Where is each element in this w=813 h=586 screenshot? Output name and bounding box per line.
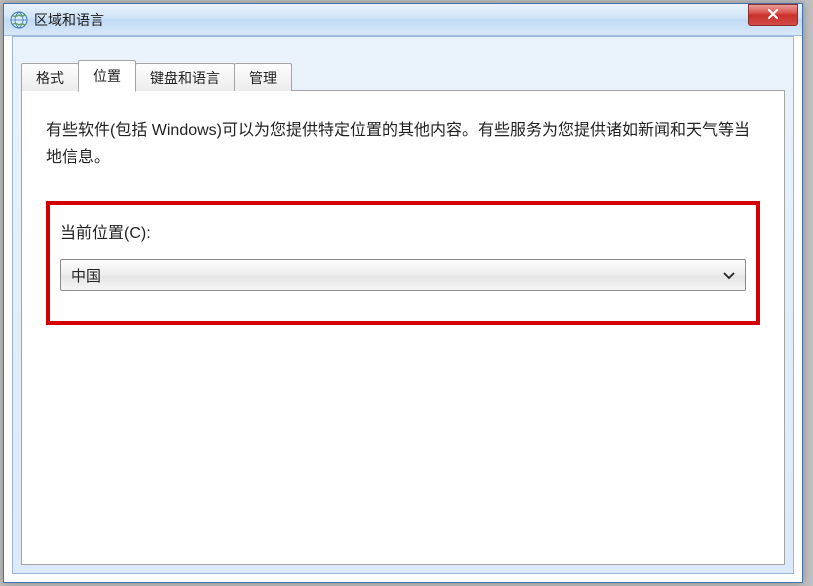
tab-label: 管理: [249, 68, 277, 88]
description-text: 有些软件(包括 Windows)可以为您提供特定位置的其他内容。有些服务为您提供…: [46, 117, 760, 171]
client-area: 格式 位置 键盘和语言 管理 有些软件(包括 Windows)可以为您提供特定位…: [12, 36, 794, 574]
chevron-down-icon: [723, 267, 735, 284]
tab-location[interactable]: 位置: [78, 60, 136, 92]
dropdown-selected-value: 中国: [71, 265, 101, 286]
tabpanel-location: 有些软件(包括 Windows)可以为您提供特定位置的其他内容。有些服务为您提供…: [21, 90, 785, 565]
tab-label: 位置: [93, 66, 121, 86]
tabstrip: 格式 位置 键盘和语言 管理: [21, 59, 785, 91]
globe-icon: [10, 11, 28, 29]
current-location-dropdown[interactable]: 中国: [60, 259, 746, 291]
tab-label: 格式: [36, 68, 64, 88]
titlebar: 区域和语言: [4, 4, 802, 36]
close-icon: [767, 6, 779, 24]
tab-label: 键盘和语言: [150, 68, 220, 88]
highlight-box: 当前位置(C): 中国: [46, 201, 760, 325]
close-button[interactable]: [748, 4, 798, 26]
tab-administrative[interactable]: 管理: [234, 63, 292, 91]
tab-keyboard-languages[interactable]: 键盘和语言: [135, 63, 235, 91]
region-language-window: 区域和语言 格式 位置 键盘和语言 管理 有些软件(包括 W: [3, 3, 803, 583]
tab-format[interactable]: 格式: [21, 63, 79, 91]
window-title: 区域和语言: [34, 10, 798, 30]
current-location-label: 当前位置(C):: [60, 219, 746, 243]
